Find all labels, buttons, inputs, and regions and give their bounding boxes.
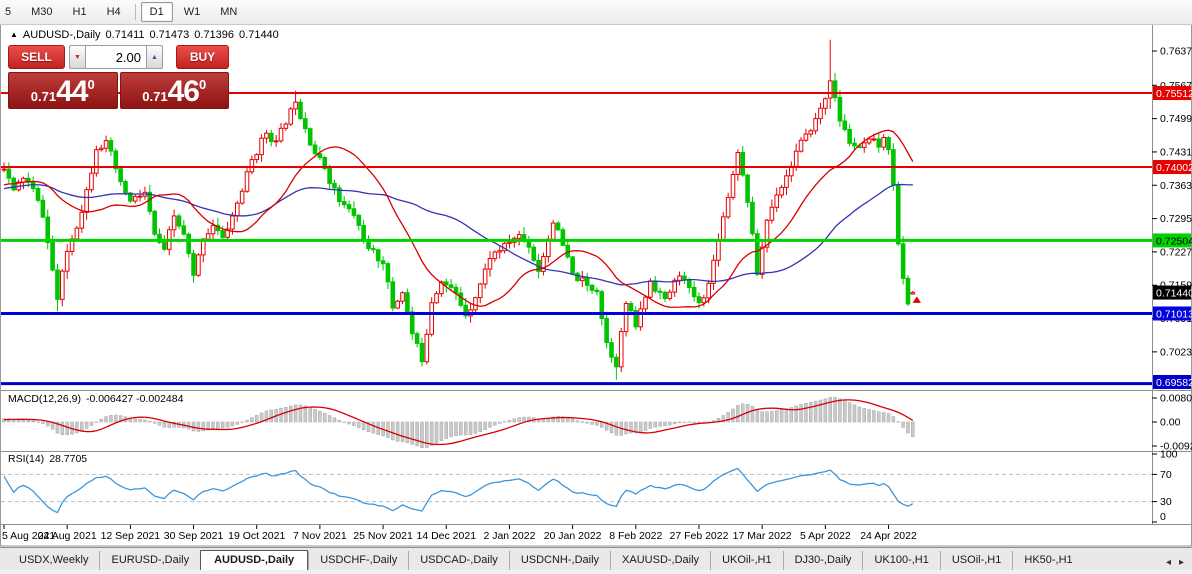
svg-text:70: 70 <box>1160 469 1172 481</box>
svg-text:24 Apr 2022: 24 Apr 2022 <box>860 530 917 542</box>
svg-text:0.70230: 0.70230 <box>1160 346 1192 358</box>
rsi-name: RSI(14) <box>8 453 45 465</box>
svg-text:0.00: 0.00 <box>1160 417 1181 429</box>
buy-price-box[interactable]: 0.71 46 0 <box>119 72 229 109</box>
svg-text:12 Sep 2021: 12 Sep 2021 <box>101 530 161 542</box>
svg-text:0.69582: 0.69582 <box>1156 377 1192 389</box>
macd-indicator-label: MACD(12,26,9) -0.006427 -0.002484 <box>8 393 183 405</box>
svg-text:25 Nov 2021: 25 Nov 2021 <box>353 530 413 542</box>
tab-usoil-h1[interactable]: USOil-,H1 <box>939 551 1013 571</box>
ohlc-open: 0.71411 <box>105 29 145 41</box>
sell-price-sup: 0 <box>87 77 95 92</box>
sell-price-big: 44 <box>56 75 88 108</box>
timeframe-button-H1[interactable]: H1 <box>64 2 96 22</box>
tab-ukoil-h1[interactable]: UKOil-,H1 <box>710 551 783 571</box>
svg-text:7 Nov 2021: 7 Nov 2021 <box>293 530 347 542</box>
svg-text:0: 0 <box>1160 511 1166 523</box>
svg-text:0.72504: 0.72504 <box>1156 235 1192 247</box>
volume-decrease-button[interactable]: ▼ <box>69 45 85 69</box>
ohlc-close: 0.71440 <box>239 29 279 41</box>
buy-price-big: 46 <box>167 75 200 108</box>
tabs-scroll-left-icon[interactable]: ◂ <box>1166 557 1171 568</box>
rsi-indicator-label: RSI(14) 28.7705 <box>8 453 87 465</box>
svg-text:17 Mar 2022: 17 Mar 2022 <box>733 530 792 542</box>
sell-price-box[interactable]: 0.71 44 0 <box>8 72 118 109</box>
tab-usdx-weekly[interactable]: USDX,Weekly <box>8 551 99 571</box>
volume-input[interactable] <box>85 45 147 69</box>
svg-text:5 Apr 2022: 5 Apr 2022 <box>800 530 851 542</box>
timeframe-button-5[interactable]: 5 <box>2 2 20 22</box>
macd-name: MACD(12,26,9) <box>8 393 81 405</box>
symbol-tabs: USDX,Weekly EURUSD-,Daily AUDUSD-,Daily USD… <box>8 549 1162 571</box>
svg-text:0.74990: 0.74990 <box>1160 113 1192 125</box>
ohlc-high: 0.71473 <box>149 29 190 41</box>
svg-text:30 Sep 2021: 30 Sep 2021 <box>164 530 224 542</box>
volume-increase-button[interactable]: ▲ <box>147 45 163 69</box>
timeframe-button-W1[interactable]: W1 <box>175 2 210 22</box>
svg-text:100: 100 <box>1160 449 1178 461</box>
svg-text:8 Feb 2022: 8 Feb 2022 <box>609 530 662 542</box>
timeframe-toolbar: 5 M30 H1 H4 D1 W1 MN <box>0 0 1192 25</box>
svg-text:14 Dec 2021: 14 Dec 2021 <box>416 530 476 542</box>
svg-text:0.72950: 0.72950 <box>1160 213 1192 225</box>
svg-text:20 Jan 2022: 20 Jan 2022 <box>544 530 602 542</box>
buy-price-prefix: 0.71 <box>142 89 168 104</box>
tab-usdcad-daily[interactable]: USDCAD-,Daily <box>408 551 509 571</box>
svg-text:27 Feb 2022: 27 Feb 2022 <box>669 530 728 542</box>
tab-uk100-h1[interactable]: UK100-,H1 <box>862 551 939 571</box>
sell-button[interactable]: SELL <box>8 45 65 69</box>
timeframe-button-H4[interactable]: H4 <box>98 2 130 22</box>
svg-text:0.008061: 0.008061 <box>1160 393 1192 405</box>
tab-usdchf-daily[interactable]: USDCHF-,Daily <box>308 551 408 571</box>
tab-hk50-h1[interactable]: HK50-,H1 <box>1012 551 1083 571</box>
tabs-scroll-right-icon[interactable]: ▸ <box>1179 557 1184 568</box>
svg-text:0.74002: 0.74002 <box>1156 162 1192 174</box>
sell-price-prefix: 0.71 <box>30 89 57 104</box>
timeframe-button-MN[interactable]: MN <box>211 2 246 22</box>
svg-text:0.73630: 0.73630 <box>1160 180 1192 192</box>
svg-text:0.75512: 0.75512 <box>1156 88 1192 100</box>
one-click-trade-panel: SELL ▼ ▲ BUY 0.71 44 0 0.71 46 0 <box>8 44 229 109</box>
tab-dj30-daily[interactable]: DJ30-,Daily <box>782 551 863 571</box>
mt4-window: 0.763700.756700.749900.743100.736300.729… <box>0 0 1192 574</box>
svg-text:30: 30 <box>1160 496 1172 508</box>
svg-text:19 Oct 2021: 19 Oct 2021 <box>228 530 285 542</box>
svg-text:24 Aug 2021: 24 Aug 2021 <box>38 530 97 542</box>
symbol-tabs-bar: USDX,Weekly EURUSD-,Daily AUDUSD-,Daily USD… <box>0 547 1192 571</box>
chart-symbol-label: AUDUSD-,Daily <box>22 29 101 41</box>
macd-values: -0.006427 -0.002484 <box>85 393 184 405</box>
tab-usdcnh-daily[interactable]: USDCNH-,Daily <box>508 551 610 571</box>
svg-text:2 Jan 2022: 2 Jan 2022 <box>483 530 535 542</box>
svg-text:0.71013: 0.71013 <box>1156 308 1192 320</box>
buy-price-sup: 0 <box>198 77 207 92</box>
timeframe-button-M30[interactable]: M30 <box>22 2 61 22</box>
rsi-value: 28.7705 <box>49 453 88 465</box>
svg-text:0.72270: 0.72270 <box>1160 246 1192 258</box>
timeframe-button-D1[interactable]: D1 <box>140 2 173 22</box>
symbol-marker-icon: ▲ <box>10 29 18 39</box>
chart-title: ▲ AUDUSD-,Daily 0.71411 0.71473 0.71396 … <box>10 29 279 41</box>
buy-button[interactable]: BUY <box>176 45 229 69</box>
tab-audusd-daily[interactable]: AUDUSD-,Daily <box>200 550 309 571</box>
window-bottom-strip <box>0 570 1192 574</box>
svg-text:0.76370: 0.76370 <box>1160 46 1192 58</box>
svg-text:0.71440: 0.71440 <box>1156 288 1192 300</box>
tab-xauusd-daily[interactable]: XAUUSD-,Daily <box>610 551 710 571</box>
tab-eurusd-daily[interactable]: EURUSD-,Daily <box>99 551 200 571</box>
svg-text:0.74310: 0.74310 <box>1160 146 1192 158</box>
ohlc-low: 0.71396 <box>194 29 235 41</box>
